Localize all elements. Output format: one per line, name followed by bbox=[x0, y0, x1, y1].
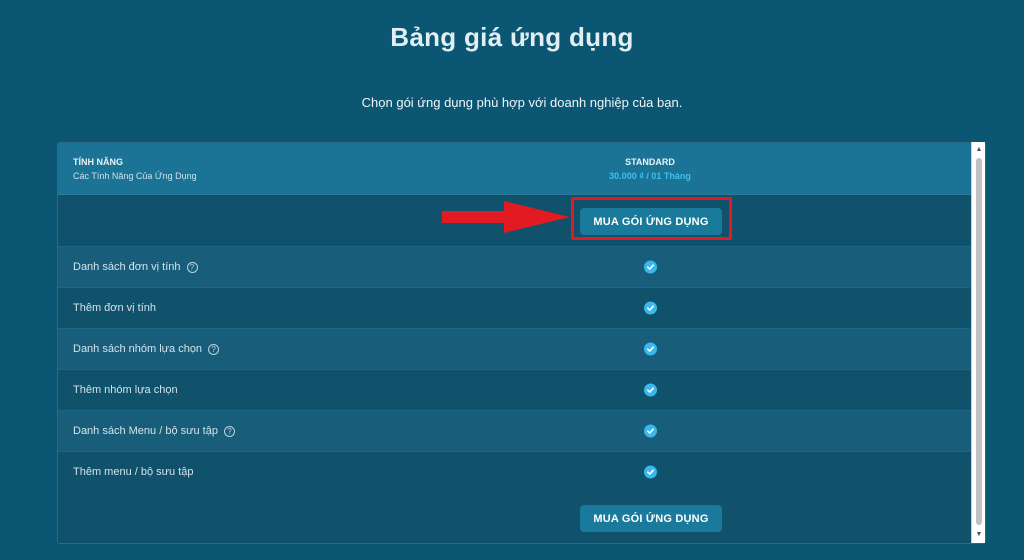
feature-name: Thêm menu / bộ sưu tập bbox=[73, 466, 194, 478]
red-arrow-right-icon bbox=[442, 201, 570, 233]
scrollbar[interactable]: ▲ ▼ bbox=[971, 142, 985, 543]
check-circle-icon bbox=[644, 383, 657, 397]
feature-row: Thêm đơn vị tính bbox=[58, 288, 973, 329]
check-circle-icon bbox=[644, 301, 657, 315]
question-circle-icon[interactable]: ? bbox=[186, 261, 198, 273]
highlight-box bbox=[571, 197, 732, 240]
buy-row-bottom: MUA GÓI ỨNG DỤNG bbox=[58, 492, 973, 543]
plan-price: 30.000 ₫ / 01 Tháng bbox=[609, 171, 691, 181]
check-circle-icon bbox=[644, 424, 657, 438]
feature-name: Danh sách Menu / bộ sưu tập bbox=[73, 425, 218, 437]
page-title: Bảng giá ứng dụng bbox=[390, 22, 634, 52]
feature-row-label: Danh sách Menu / bộ sưu tập? bbox=[73, 425, 235, 437]
check-circle-icon bbox=[644, 342, 657, 356]
page-subtitle: Chọn gói ứng dụng phù hợp với doanh nghi… bbox=[361, 95, 683, 110]
features-header: TÍNH NĂNG bbox=[73, 157, 123, 167]
scroll-down-arrow-icon[interactable]: ▼ bbox=[972, 529, 986, 541]
feature-row-label: Danh sách nhóm lựa chọn? bbox=[73, 343, 220, 355]
check-circle-icon bbox=[644, 465, 657, 479]
feature-row-label: Thêm nhóm lựa chọn bbox=[73, 384, 178, 396]
feature-name: Thêm đơn vị tính bbox=[73, 302, 157, 314]
feature-name: Thêm nhóm lựa chọn bbox=[73, 384, 178, 396]
feature-row: Danh sách đơn vị tính? bbox=[58, 247, 973, 288]
feature-row-label: Thêm menu / bộ sưu tập bbox=[73, 466, 193, 478]
feature-row: Danh sách nhóm lựa chọn? bbox=[58, 329, 973, 370]
pricing-table-header: TÍNH NĂNG Các Tính Năng Của Ứng Dụng STA… bbox=[58, 143, 973, 195]
question-circle-icon[interactable]: ? bbox=[223, 425, 235, 437]
feature-row-label: Thêm đơn vị tính bbox=[73, 302, 156, 314]
question-circle-icon[interactable]: ? bbox=[208, 343, 220, 355]
feature-name: Danh sách đơn vị tính bbox=[73, 261, 181, 273]
plan-name: STANDARD bbox=[625, 157, 675, 167]
features-subheader: Các Tính Năng Của Ứng Dụng bbox=[73, 171, 197, 181]
check-circle-icon bbox=[644, 260, 657, 274]
scrollbar-thumb[interactable] bbox=[976, 158, 982, 525]
buy-plan-button-bottom[interactable]: MUA GÓI ỨNG DỤNG bbox=[580, 505, 722, 532]
feature-name: Danh sách nhóm lựa chọn bbox=[73, 343, 203, 355]
feature-row: Thêm menu / bộ sưu tập bbox=[58, 452, 973, 493]
scroll-up-arrow-icon[interactable]: ▲ bbox=[972, 144, 986, 156]
feature-row-label: Danh sách đơn vị tính? bbox=[73, 261, 198, 273]
feature-row: Thêm nhóm lựa chọn bbox=[58, 370, 973, 411]
feature-row: Danh sách Menu / bộ sưu tập? bbox=[58, 411, 973, 452]
